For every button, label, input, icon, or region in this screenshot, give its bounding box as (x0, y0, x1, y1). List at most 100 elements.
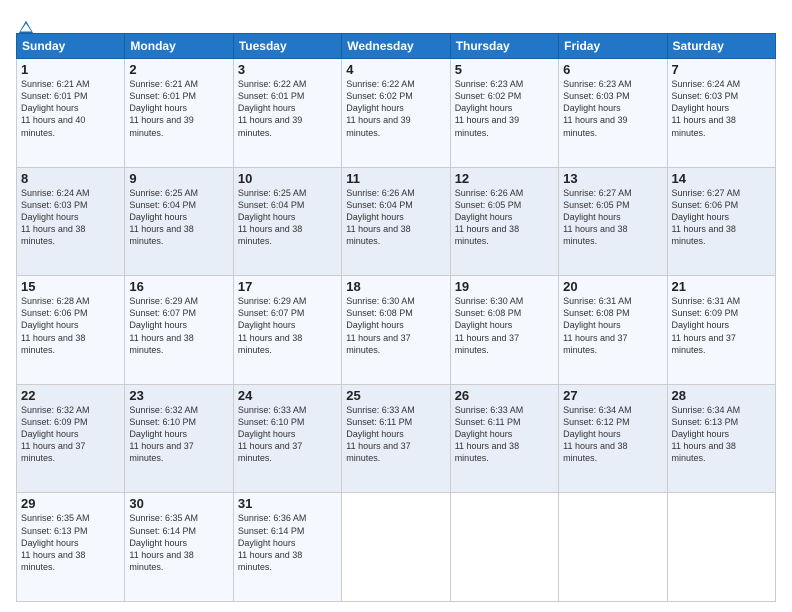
day-number: 4 (346, 62, 445, 77)
calendar-cell: 20 Sunrise: 6:31 AMSunset: 6:08 PMDayligh… (559, 276, 667, 385)
cell-info: Sunrise: 6:29 AMSunset: 6:07 PMDaylight … (129, 296, 198, 355)
day-number: 5 (455, 62, 554, 77)
cell-info: Sunrise: 6:31 AMSunset: 6:08 PMDaylight … (563, 296, 632, 355)
cell-info: Sunrise: 6:21 AMSunset: 6:01 PMDaylight … (129, 79, 198, 138)
calendar-cell: 11 Sunrise: 6:26 AMSunset: 6:04 PMDayligh… (342, 167, 450, 276)
calendar-cell: 13 Sunrise: 6:27 AMSunset: 6:05 PMDayligh… (559, 167, 667, 276)
calendar-cell: 24 Sunrise: 6:33 AMSunset: 6:10 PMDayligh… (233, 384, 341, 493)
day-number: 28 (672, 388, 771, 403)
calendar-cell: 23 Sunrise: 6:32 AMSunset: 6:10 PMDayligh… (125, 384, 233, 493)
day-number: 1 (21, 62, 120, 77)
calendar-cell: 7 Sunrise: 6:24 AMSunset: 6:03 PMDaylight… (667, 59, 775, 168)
calendar-header-row: SundayMondayTuesdayWednesdayThursdayFrid… (17, 34, 776, 59)
logo (16, 16, 35, 29)
day-number: 7 (672, 62, 771, 77)
day-number: 2 (129, 62, 228, 77)
calendar-table: SundayMondayTuesdayWednesdayThursdayFrid… (16, 33, 776, 602)
calendar-week-4: 22Sunrise: 6:32 AMSunset: 6:09 PMDayligh… (17, 384, 776, 493)
cell-info: Sunrise: 6:35 AMSunset: 6:14 PMDaylight … (129, 513, 198, 572)
calendar-cell: 5 Sunrise: 6:23 AMSunset: 6:02 PMDaylight… (450, 59, 558, 168)
day-number: 24 (238, 388, 337, 403)
calendar-cell: 1 Sunrise: 6:21 AMSunset: 6:01 PMDaylight… (17, 59, 125, 168)
day-number: 16 (129, 279, 228, 294)
calendar-cell: 25Sunrise: 6:33 AMSunset: 6:11 PMDayligh… (342, 384, 450, 493)
day-number: 15 (21, 279, 120, 294)
calendar-cell: 3 Sunrise: 6:22 AMSunset: 6:01 PMDaylight… (233, 59, 341, 168)
calendar-header-saturday: Saturday (667, 34, 775, 59)
cell-info: Sunrise: 6:35 AMSunset: 6:13 PMDaylight … (21, 513, 90, 572)
day-number: 8 (21, 171, 120, 186)
header (16, 12, 776, 29)
calendar-cell: 30 Sunrise: 6:35 AMSunset: 6:14 PMDayligh… (125, 493, 233, 602)
calendar-week-1: 1 Sunrise: 6:21 AMSunset: 6:01 PMDaylight… (17, 59, 776, 168)
day-number: 18 (346, 279, 445, 294)
calendar-cell (559, 493, 667, 602)
day-number: 6 (563, 62, 662, 77)
calendar-cell: 18 Sunrise: 6:30 AMSunset: 6:08 PMDayligh… (342, 276, 450, 385)
day-number: 31 (238, 496, 337, 511)
day-number: 3 (238, 62, 337, 77)
day-number: 10 (238, 171, 337, 186)
cell-info: Sunrise: 6:23 AMSunset: 6:02 PMDaylight … (455, 79, 524, 138)
cell-info: Sunrise: 6:32 AMSunset: 6:10 PMDaylight … (129, 405, 198, 464)
calendar-cell: 28Sunrise: 6:34 AMSunset: 6:13 PMDayligh… (667, 384, 775, 493)
calendar-header-sunday: Sunday (17, 34, 125, 59)
day-number: 26 (455, 388, 554, 403)
cell-info: Sunrise: 6:29 AMSunset: 6:07 PMDaylight … (238, 296, 307, 355)
calendar-cell (667, 493, 775, 602)
calendar-cell: 8 Sunrise: 6:24 AMSunset: 6:03 PMDaylight… (17, 167, 125, 276)
calendar-week-5: 29 Sunrise: 6:35 AMSunset: 6:13 PMDayligh… (17, 493, 776, 602)
cell-info: Sunrise: 6:30 AMSunset: 6:08 PMDaylight … (455, 296, 524, 355)
day-number: 23 (129, 388, 228, 403)
day-number: 21 (672, 279, 771, 294)
calendar-cell: 15 Sunrise: 6:28 AMSunset: 6:06 PMDayligh… (17, 276, 125, 385)
calendar-header-thursday: Thursday (450, 34, 558, 59)
cell-info: Sunrise: 6:33 AMSunset: 6:10 PMDaylight … (238, 405, 307, 464)
calendar-week-2: 8 Sunrise: 6:24 AMSunset: 6:03 PMDaylight… (17, 167, 776, 276)
cell-info: Sunrise: 6:34 AMSunset: 6:12 PMDaylight … (563, 405, 632, 464)
cell-info: Sunrise: 6:22 AMSunset: 6:02 PMDaylight … (346, 79, 415, 138)
day-number: 22 (21, 388, 120, 403)
calendar-cell: 2 Sunrise: 6:21 AMSunset: 6:01 PMDaylight… (125, 59, 233, 168)
calendar-header-friday: Friday (559, 34, 667, 59)
cell-info: Sunrise: 6:27 AMSunset: 6:05 PMDaylight … (563, 188, 632, 247)
calendar-cell: 6Sunrise: 6:23 AMSunset: 6:03 PMDaylight… (559, 59, 667, 168)
calendar-cell: 4 Sunrise: 6:22 AMSunset: 6:02 PMDaylight… (342, 59, 450, 168)
cell-info: Sunrise: 6:26 AMSunset: 6:05 PMDaylight … (455, 188, 524, 247)
cell-info: Sunrise: 6:27 AMSunset: 6:06 PMDaylight … (672, 188, 741, 247)
calendar-header-wednesday: Wednesday (342, 34, 450, 59)
cell-info: Sunrise: 6:24 AMSunset: 6:03 PMDaylight … (672, 79, 741, 138)
day-number: 9 (129, 171, 228, 186)
calendar-cell: 29 Sunrise: 6:35 AMSunset: 6:13 PMDayligh… (17, 493, 125, 602)
day-number: 30 (129, 496, 228, 511)
calendar-cell: 31 Sunrise: 6:36 AMSunset: 6:14 PMDayligh… (233, 493, 341, 602)
cell-info: Sunrise: 6:26 AMSunset: 6:04 PMDaylight … (346, 188, 415, 247)
calendar-cell: 27 Sunrise: 6:34 AMSunset: 6:12 PMDayligh… (559, 384, 667, 493)
calendar-cell: 9Sunrise: 6:25 AMSunset: 6:04 PMDaylight… (125, 167, 233, 276)
cell-info: Sunrise: 6:30 AMSunset: 6:08 PMDaylight … (346, 296, 415, 355)
day-number: 11 (346, 171, 445, 186)
calendar-cell: 10Sunrise: 6:25 AMSunset: 6:04 PMDayligh… (233, 167, 341, 276)
day-number: 17 (238, 279, 337, 294)
calendar-cell: 22Sunrise: 6:32 AMSunset: 6:09 PMDayligh… (17, 384, 125, 493)
title-block (35, 12, 776, 14)
day-number: 20 (563, 279, 662, 294)
cell-info: Sunrise: 6:33 AMSunset: 6:11 PMDaylight … (455, 405, 524, 464)
cell-info: Sunrise: 6:36 AMSunset: 6:14 PMDaylight … (238, 513, 307, 572)
day-number: 14 (672, 171, 771, 186)
cell-info: Sunrise: 6:22 AMSunset: 6:01 PMDaylight … (238, 79, 307, 138)
calendar-cell: 16 Sunrise: 6:29 AMSunset: 6:07 PMDayligh… (125, 276, 233, 385)
day-number: 13 (563, 171, 662, 186)
day-number: 27 (563, 388, 662, 403)
cell-info: Sunrise: 6:31 AMSunset: 6:09 PMDaylight … (672, 296, 741, 355)
calendar-cell: 21 Sunrise: 6:31 AMSunset: 6:09 PMDayligh… (667, 276, 775, 385)
day-number: 19 (455, 279, 554, 294)
calendar-cell: 14 Sunrise: 6:27 AMSunset: 6:06 PMDayligh… (667, 167, 775, 276)
cell-info: Sunrise: 6:33 AMSunset: 6:11 PMDaylight … (346, 405, 415, 464)
calendar-cell: 17 Sunrise: 6:29 AMSunset: 6:07 PMDayligh… (233, 276, 341, 385)
cell-info: Sunrise: 6:28 AMSunset: 6:06 PMDaylight … (21, 296, 90, 355)
cell-info: Sunrise: 6:21 AMSunset: 6:01 PMDaylight … (21, 79, 90, 138)
cell-info: Sunrise: 6:24 AMSunset: 6:03 PMDaylight … (21, 188, 90, 247)
calendar-week-3: 15 Sunrise: 6:28 AMSunset: 6:06 PMDayligh… (17, 276, 776, 385)
day-number: 29 (21, 496, 120, 511)
